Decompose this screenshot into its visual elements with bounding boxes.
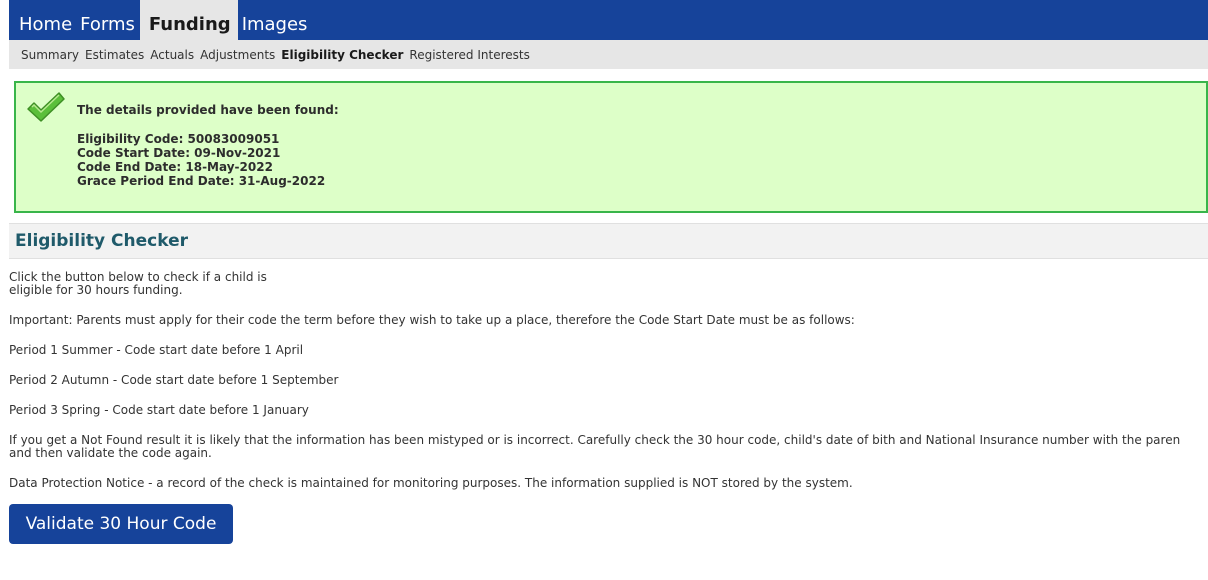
topnav-forms[interactable]: Forms — [77, 14, 140, 40]
topnav-funding[interactable]: Funding — [139, 0, 238, 40]
top-navigation: Home Forms Funding Images — [9, 0, 1208, 40]
period-1-text: Period 1 Summer - Code start date before… — [9, 343, 304, 357]
checkmark-icon — [27, 92, 65, 122]
section-header: Eligibility Checker — [9, 223, 1208, 259]
success-title: The details provided have been found: — [77, 103, 339, 117]
page: Home Forms Funding Images Summary Estima… — [0, 0, 1208, 580]
subnav-summary[interactable]: Summary — [21, 48, 79, 62]
period-2-text: Period 2 Autumn - Code start date before… — [9, 373, 339, 387]
sub-navigation: Summary Estimates Actuals Adjustments El… — [9, 40, 1208, 69]
intro-text: Click the button below to check if a chi… — [9, 270, 267, 297]
not-found-text-line-2: and then validate the code again. — [9, 446, 212, 460]
validate-30-hour-code-button[interactable]: Validate 30 Hour Code — [9, 504, 233, 544]
period-3-text: Period 3 Spring - Code start date before… — [9, 403, 309, 417]
success-message-box: The details provided have been found: El… — [14, 81, 1208, 213]
grace-period-end-date: Grace Period End Date: 31-Aug-2022 — [77, 174, 326, 188]
subnav-actuals[interactable]: Actuals — [150, 48, 194, 62]
code-start-date: Code Start Date: 09-Nov-2021 — [77, 146, 281, 160]
important-text: Important: Parents must apply for their … — [9, 313, 855, 327]
eligibility-code: Eligibility Code: 50083009051 — [77, 132, 280, 146]
subnav-estimates[interactable]: Estimates — [85, 48, 144, 62]
data-protection-notice: Data Protection Notice - a record of the… — [9, 476, 853, 490]
success-details: Eligibility Code: 50083009051 Code Start… — [77, 132, 325, 188]
topnav-images[interactable]: Images — [238, 14, 313, 40]
code-end-date: Code End Date: 18-May-2022 — [77, 160, 273, 174]
subnav-adjustments[interactable]: Adjustments — [200, 48, 275, 62]
page-title: Eligibility Checker — [15, 231, 188, 251]
topnav-home[interactable]: Home — [11, 14, 77, 40]
subnav-eligibility-checker[interactable]: Eligibility Checker — [281, 48, 403, 62]
subnav-registered-interests[interactable]: Registered Interests — [409, 48, 529, 62]
instructions: Click the button below to check if a chi… — [9, 271, 1208, 544]
